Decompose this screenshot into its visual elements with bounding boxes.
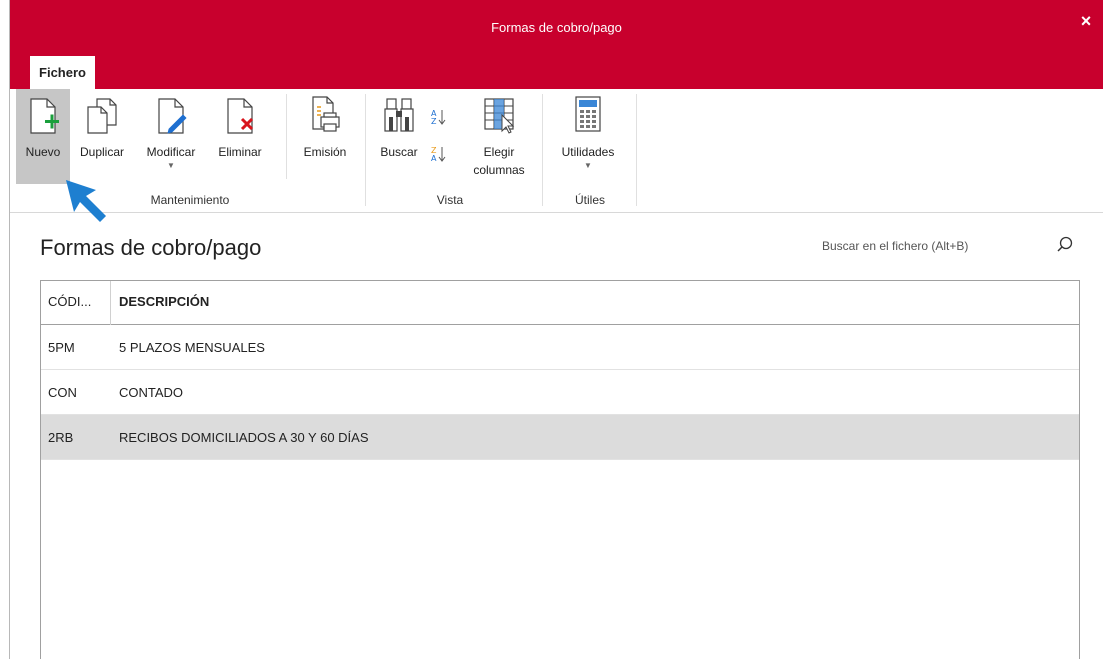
edit-document-icon xyxy=(158,98,187,134)
search-box[interactable]: Buscar en el fichero (Alt+B) xyxy=(818,233,1080,259)
close-button[interactable]: × xyxy=(1077,12,1095,30)
cell-code: 5PM xyxy=(48,340,75,355)
search-input[interactable]: Buscar en el fichero (Alt+B) xyxy=(822,239,968,253)
ribbon: Nuevo Duplicar Modificar ▼ Eliminar Emis… xyxy=(10,89,1103,213)
print-document-icon xyxy=(312,96,340,132)
calculator-icon xyxy=(575,96,601,132)
elegir-label-line1: Elegir xyxy=(483,145,515,159)
group-label-utiles: Útiles xyxy=(574,193,605,207)
table-header: CÓDI... DESCRIPCIÓN xyxy=(41,281,1079,325)
utilidades-button[interactable]: Utilidades ▼ xyxy=(548,89,628,184)
buscar-label: Buscar xyxy=(380,145,418,159)
duplicate-documents-icon xyxy=(87,98,117,134)
sort-descending-icon[interactable]: Z A xyxy=(431,146,446,163)
choose-columns-icon xyxy=(484,98,515,134)
pointer-arrow-icon xyxy=(66,180,106,222)
nuevo-label: Nuevo xyxy=(25,145,61,159)
tab-fichero[interactable]: Fichero xyxy=(30,56,95,89)
cell-code: 2RB xyxy=(48,430,74,445)
duplicar-button[interactable]: Duplicar xyxy=(72,89,132,184)
table-row-selected[interactable]: 2RB RECIBOS DOMICILIADOS A 30 Y 60 DÍAS xyxy=(41,415,1079,460)
modificar-label: Modificar xyxy=(146,145,196,159)
emision-button[interactable]: Emisión xyxy=(294,89,356,184)
group-label-mantenimiento: Mantenimiento xyxy=(150,193,230,207)
table-row[interactable]: 5PM 5 PLAZOS MENSUALES xyxy=(41,325,1079,370)
eliminar-label: Eliminar xyxy=(218,145,262,159)
nuevo-button[interactable]: Nuevo xyxy=(16,89,70,184)
cell-description: 5 PLAZOS MENSUALES xyxy=(119,340,265,355)
group-separator xyxy=(542,94,543,206)
utilidades-label: Utilidades xyxy=(561,145,615,159)
ribbon-tab-strip: Fichero xyxy=(10,56,1103,89)
binoculars-icon xyxy=(384,98,414,132)
delete-document-icon xyxy=(227,98,254,134)
table-row[interactable]: CON CONTADO xyxy=(41,370,1079,415)
data-table: CÓDI... DESCRIPCIÓN 5PM 5 PLAZOS MENSUAL… xyxy=(40,280,1080,659)
group-separator xyxy=(365,94,366,206)
svg-text:A: A xyxy=(431,154,437,163)
sort-icons: A Z Z A xyxy=(431,109,446,163)
modificar-dropdown-icon[interactable]: ▼ xyxy=(134,161,208,170)
ribbon-separator xyxy=(286,94,287,179)
group-label-vista: Vista xyxy=(436,193,464,207)
cell-description: CONTADO xyxy=(119,385,184,400)
cell-code: CON xyxy=(48,385,77,400)
elegir-label-line2: columnas xyxy=(473,163,525,177)
buscar-button[interactable]: Buscar xyxy=(372,89,426,184)
title-bar: Formas de cobro/pago × xyxy=(10,0,1103,56)
eliminar-button[interactable]: Eliminar xyxy=(210,89,270,184)
new-document-icon xyxy=(30,98,59,134)
elegir-columnas-button[interactable]: Elegir columnas xyxy=(464,89,534,184)
search-icon[interactable] xyxy=(1056,236,1074,254)
cell-description: RECIBOS DOMICILIADOS A 30 Y 60 DÍAS xyxy=(119,430,369,445)
emision-label: Emisión xyxy=(303,145,347,159)
column-header-description[interactable]: DESCRIPCIÓN xyxy=(111,281,1079,325)
page-title: Formas de cobro/pago xyxy=(40,235,262,260)
group-separator xyxy=(636,94,637,206)
svg-text:Z: Z xyxy=(431,117,437,126)
window-title: Formas de cobro/pago xyxy=(491,20,622,35)
duplicar-label: Duplicar xyxy=(79,145,124,159)
sort-ascending-icon[interactable]: A Z xyxy=(431,109,446,126)
modificar-button[interactable]: Modificar ▼ xyxy=(134,89,208,184)
column-header-code[interactable]: CÓDI... xyxy=(41,281,111,325)
app-window: Formas de cobro/pago × Fichero Nuevo Dup… xyxy=(9,0,1103,659)
utilidades-dropdown-icon[interactable]: ▼ xyxy=(548,161,628,170)
